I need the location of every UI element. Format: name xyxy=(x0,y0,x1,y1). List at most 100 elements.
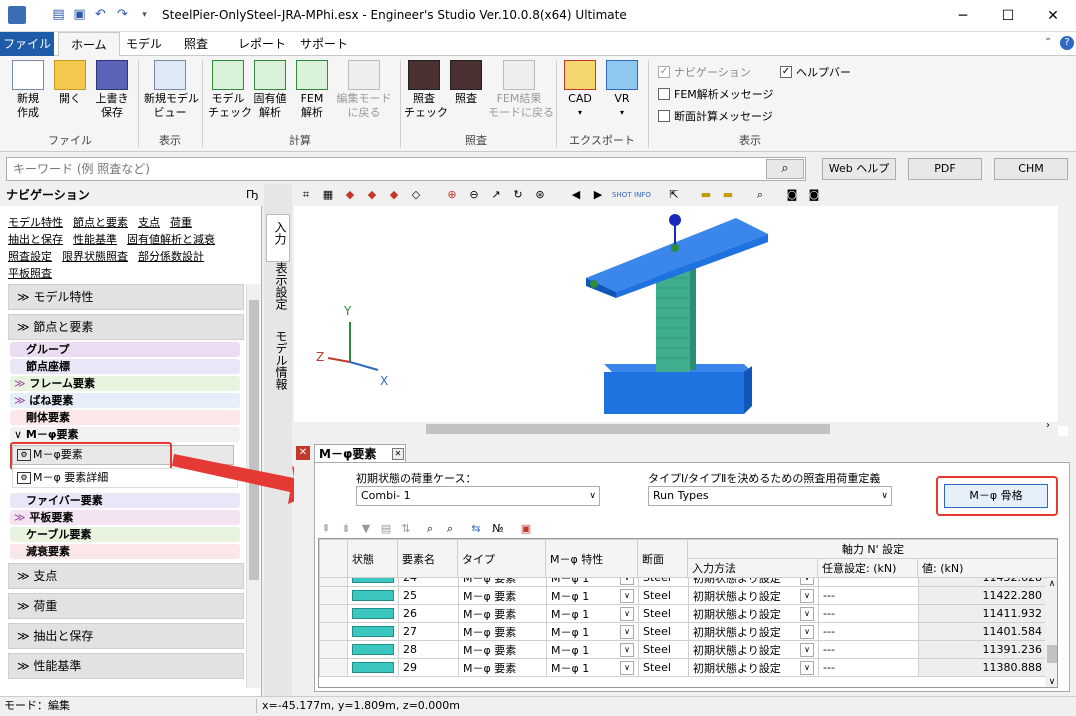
ribbon-collapse-icon[interactable]: ⌃ xyxy=(1044,37,1052,48)
input-method-cell[interactable]: 初期状態より設定 ∨ xyxy=(688,658,819,677)
fem-message-checkbox[interactable]: FEM解析メッセージ xyxy=(658,86,774,102)
nav-link[interactable]: 部分係数設計 xyxy=(138,250,204,263)
section-cell[interactable]: Steel xyxy=(638,604,689,623)
vtab-model-info[interactable]: モデル情報 xyxy=(266,324,290,404)
name-cell[interactable]: 27 xyxy=(398,622,459,641)
chevron-down-icon[interactable]: ∨ xyxy=(800,624,814,639)
table-row[interactable]: 27 M－φ 要素 M－φ 1 ∨ Steel 初期状態より設定 ∨ --- 11401.584 xyxy=(319,622,1047,641)
mphi-cell[interactable]: M－φ 1 ∨ xyxy=(546,658,639,677)
mphi-cell[interactable]: M－φ 1 ∨ xyxy=(546,578,639,587)
section-supports[interactable]: ≫ 支点 xyxy=(8,563,244,589)
tab-check[interactable]: 照査 xyxy=(172,32,220,56)
web-help-button[interactable]: Web ヘルプ xyxy=(822,158,896,180)
model-3d-view[interactable]: Y X Z › xyxy=(294,206,1068,436)
input-method-cell[interactable]: 初期状態より設定 ∨ xyxy=(688,586,819,605)
chevron-down-icon[interactable]: ∨ xyxy=(620,606,634,621)
input-method-cell[interactable]: 初期状態より設定 ∨ xyxy=(688,578,819,587)
row-number-cell[interactable] xyxy=(319,622,348,641)
move-down-icon[interactable]: ⇟ xyxy=(338,521,354,537)
vtab-input[interactable]: 入力 xyxy=(266,214,290,262)
model-check-button[interactable]: モデル チェック xyxy=(208,60,252,120)
view-side-icon[interactable]: ◆ xyxy=(364,187,380,203)
save-icon[interactable]: ▣ xyxy=(71,6,88,23)
view-front-icon[interactable]: ◆ xyxy=(342,187,358,203)
chevron-down-icon[interactable]: ∨ xyxy=(800,578,814,585)
view-h-scroll-thumb[interactable] xyxy=(426,424,830,434)
chevron-down-icon[interactable]: ∨ xyxy=(800,660,814,675)
chevron-down-icon[interactable]: ∨ xyxy=(620,588,634,603)
nav-item-frame-element[interactable]: ≫ フレーム要素 xyxy=(10,376,240,391)
type-cell[interactable]: M－φ 要素 xyxy=(458,622,547,641)
input-method-cell[interactable]: 初期状態より設定 ∨ xyxy=(688,604,819,623)
scroll-down-icon[interactable]: ∨ xyxy=(1045,677,1057,687)
scroll-right-icon[interactable]: › xyxy=(1046,420,1050,431)
search-icon[interactable]: ⌕ xyxy=(766,159,804,179)
input-method-cell[interactable]: 初期状態より設定 ∨ xyxy=(688,640,819,659)
keyword-search-input[interactable] xyxy=(6,157,806,181)
name-cell[interactable]: 29 xyxy=(398,658,459,677)
table-row[interactable]: 28 M－φ 要素 M－φ 1 ∨ Steel 初期状態より設定 ∨ --- 11391.236 xyxy=(319,640,1047,659)
close-panel-icon[interactable]: ✕ xyxy=(296,446,310,460)
section-message-checkbox[interactable]: 断面計算メッセージ xyxy=(658,108,773,124)
optional-cell[interactable]: --- xyxy=(818,586,919,605)
sort-icon[interactable]: ⇅ xyxy=(398,521,414,537)
close-button[interactable]: ✕ xyxy=(1030,0,1076,32)
input-method-cell[interactable]: 初期状態より設定 ∨ xyxy=(688,622,819,641)
scroll-up-icon[interactable]: ∧ xyxy=(1045,579,1057,589)
mphi-cell[interactable]: M－φ 1 ∨ xyxy=(546,640,639,659)
section-nodes-elements[interactable]: ≫ 節点と要素 xyxy=(8,314,244,340)
tab-close-icon[interactable]: ✕ xyxy=(392,448,404,460)
type-cell[interactable]: M－φ 要素 xyxy=(458,586,547,605)
zoom-in-icon[interactable]: ⊕ xyxy=(444,187,460,203)
tab-model[interactable]: モデル xyxy=(114,32,174,56)
nav-link[interactable]: 限界状態照査 xyxy=(62,250,128,263)
nav-link[interactable]: 照査設定 xyxy=(8,250,52,263)
back-icon[interactable]: ◀ xyxy=(568,187,584,203)
orbit-icon[interactable]: ⊛ xyxy=(532,187,548,203)
mphi-cell[interactable]: M－φ 1 ∨ xyxy=(546,622,639,641)
view-iso-icon[interactable]: ◇ xyxy=(408,187,424,203)
chevron-down-icon[interactable]: ∨ xyxy=(620,578,634,585)
row-number-cell[interactable] xyxy=(319,640,348,659)
check-button[interactable]: 照査 xyxy=(446,60,486,106)
nav-item-plate-element[interactable]: ≫ 平板要素 xyxy=(10,510,240,525)
section-cell[interactable]: Steel xyxy=(638,622,689,641)
chevron-down-icon[interactable]: ∨ xyxy=(800,642,814,657)
find-replace-icon[interactable]: ⌕ xyxy=(442,521,458,537)
helpbar-checkbox[interactable]: ✓ ヘルプバー xyxy=(780,64,851,80)
nav-link[interactable]: 固有値解析と減衰 xyxy=(127,233,215,246)
load-case-select[interactable]: Combi- 1 ∨ xyxy=(356,486,600,506)
nav-link[interactable]: モデル特性 xyxy=(8,216,63,229)
section-cell[interactable]: Steel xyxy=(638,578,689,587)
new-model-view-button[interactable]: 新規モデル ビュー xyxy=(144,60,199,120)
overwrite-save-button[interactable]: 上書き 保存 xyxy=(92,60,132,120)
fit-icon[interactable]: ⌗ xyxy=(298,187,314,203)
table-row[interactable]: 25 M－φ 要素 M－φ 1 ∨ Steel 初期状態より設定 ∨ --- 11422.280 xyxy=(319,586,1047,605)
pick-icon[interactable]: ⇱ xyxy=(666,187,682,203)
help-icon[interactable]: ? xyxy=(1060,36,1074,50)
maximize-button[interactable]: ☐ xyxy=(985,0,1031,32)
camera-icon[interactable]: ◙ xyxy=(784,187,800,203)
section-extract-save[interactable]: ≫ 抽出と保存 xyxy=(8,623,244,649)
new-project-button[interactable]: 新規 作成 xyxy=(8,60,48,120)
optional-cell[interactable]: --- xyxy=(818,640,919,659)
back-to-fem-result-button[interactable]: FEM結果 モードに戻る xyxy=(488,60,554,120)
table-row[interactable]: 26 M－φ 要素 M－φ 1 ∨ Steel 初期状態より設定 ∨ --- 11411.932 xyxy=(319,604,1047,623)
select-icon[interactable]: ▦ xyxy=(320,187,336,203)
nav-item-damper-element[interactable]: 減衰要素 xyxy=(10,544,240,559)
redo-icon[interactable]: ↷ xyxy=(114,6,131,23)
tab-home[interactable]: ホーム xyxy=(58,32,120,57)
mphi-cell[interactable]: M－φ 1 ∨ xyxy=(546,604,639,623)
cad-export-button[interactable]: CAD ▾ xyxy=(562,60,598,120)
nav-link[interactable]: 抽出と保存 xyxy=(8,233,63,246)
name-cell[interactable]: 26 xyxy=(398,604,459,623)
eigen-analysis-button[interactable]: 固有値 解析 xyxy=(250,60,290,120)
chevron-down-icon[interactable]: ∨ xyxy=(800,588,814,603)
open-button[interactable]: 開く xyxy=(52,60,88,106)
label-icon[interactable]: ▬ xyxy=(698,187,714,203)
camera-settings-icon[interactable]: ◙ xyxy=(806,187,822,203)
table-row[interactable]: 29 M－φ 要素 M－φ 1 ∨ Steel 初期状態より設定 ∨ --- 11380.888 xyxy=(319,658,1047,677)
mphi-cell[interactable]: M－φ 1 ∨ xyxy=(546,586,639,605)
section-cell[interactable]: Steel xyxy=(638,586,689,605)
type-def-select[interactable]: Run Types ∨ xyxy=(648,486,892,506)
